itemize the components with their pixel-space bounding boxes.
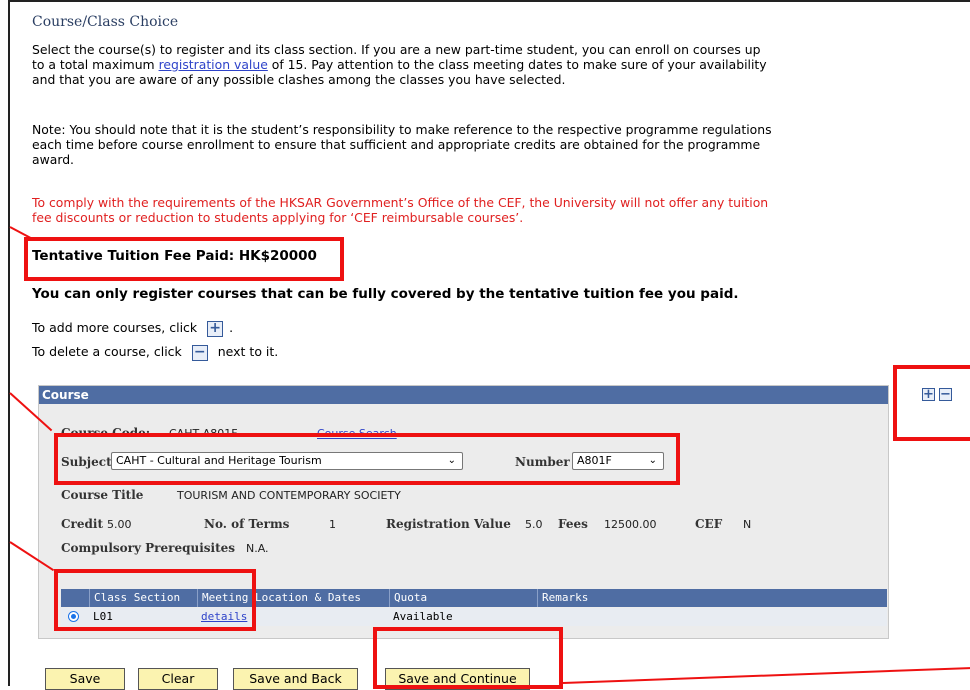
cef-value: N [743,518,752,531]
add-hint: To add more courses, click +. [32,320,233,337]
add-hint-text: To add more courses, click [32,320,198,335]
highlight-add-remove [893,365,970,441]
window-frame-top [8,0,970,2]
credit-label: Credit [61,517,103,531]
column-quota: Quota [389,589,537,607]
annotation-line-4 [562,666,970,684]
remarks-cell [537,608,541,626]
delete-hint-text: To delete a course, click [32,344,182,359]
registration-value-link[interactable]: registration value [159,57,268,72]
highlight-tuition-paid [24,237,344,281]
highlight-subject-number [54,433,680,485]
fees-value: 12500.00 [604,518,657,531]
highlight-class-section [54,569,256,631]
cef-notice: To comply with the requirements of the H… [32,195,769,225]
cef-label: CEF [695,517,723,531]
column-remarks: Remarks [537,589,887,607]
add-hint-end: . [229,320,234,335]
intro-paragraph: Select the course(s) to register and its… [32,42,772,87]
credit-value: 5.00 [107,518,132,531]
add-icon: + [207,320,224,337]
window-frame-left [0,0,10,686]
registration-value: 5.0 [525,518,543,531]
terms-value: 1 [329,518,336,531]
remove-icon: − [191,344,208,361]
note-paragraph: Note: You should note that it is the stu… [32,122,772,167]
save-button[interactable]: Save [45,668,125,690]
page-title: Course/Class Choice [32,14,179,30]
course-title-label: Course Title [61,488,144,502]
prerequisites-label: Compulsory Prerequisites [61,541,236,555]
course-title-value: TOURISM AND CONTEMPORARY SOCIETY [177,489,401,502]
fees-label: Fees [558,517,588,531]
terms-label: No. of Terms [204,517,290,531]
delete-hint: To delete a course, click − next to it. [32,344,278,361]
registration-value-label: Registration Value [386,517,511,531]
annotation-line-1 [9,226,32,240]
quota-cell: Available [393,610,453,623]
covered-notice: You can only register courses that can b… [32,286,739,302]
prerequisites-value: N.A. [246,542,269,555]
delete-hint-end: next to it. [217,344,279,359]
save-and-back-button[interactable]: Save and Back [233,668,358,690]
course-panel-header: Course [39,386,888,404]
clear-button[interactable]: Clear [138,668,218,690]
highlight-save-continue [373,627,563,689]
